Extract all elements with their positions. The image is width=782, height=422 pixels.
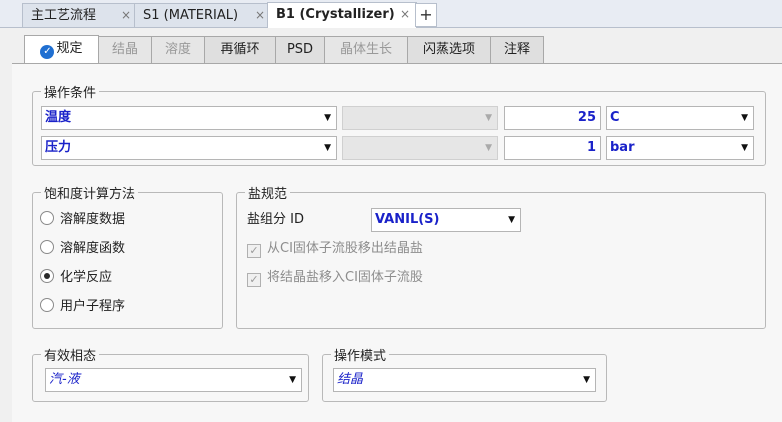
valid-phases-select[interactable]: 汽-液 ▼ — [45, 368, 302, 392]
tab-crystal-growth[interactable]: 晶体生长 — [324, 36, 408, 64]
doc-tab-s1-material[interactable]: S1 (MATERIAL) × — [134, 3, 272, 27]
tab-comments[interactable]: 注释 — [490, 36, 544, 64]
radio-button[interactable] — [40, 211, 54, 225]
operation-mode-select[interactable]: 结晶 ▼ — [333, 368, 596, 392]
pressure-unit-select[interactable]: bar ▼ — [606, 136, 754, 160]
chevron-down-icon: ▼ — [324, 113, 331, 123]
radio-label: 用户子程序 — [60, 299, 126, 314]
tab-psd[interactable]: PSD — [275, 36, 325, 64]
tab-label: 溶度 — [164, 42, 191, 57]
tab-recirculation[interactable]: 再循环 — [204, 36, 276, 64]
add-tab-button[interactable]: + — [415, 3, 437, 27]
document-tab-bar: 主工艺流程 × S1 (MATERIAL) × B1 (Crystallizer… — [0, 0, 782, 28]
chevron-down-icon: ▼ — [485, 113, 492, 123]
select-value: 汽-液 — [49, 372, 80, 387]
doc-tab-main-flowsheet[interactable]: 主工艺流程 × — [22, 3, 138, 27]
saturation-method-group: 饱和度计算方法 溶解度数据 溶解度函数 化学反应 用户子程序 — [32, 183, 223, 329]
salt-component-select[interactable]: VANIL(S) ▼ — [371, 208, 521, 232]
tab-label: 结晶 — [111, 42, 138, 57]
chevron-down-icon: ▼ — [508, 215, 515, 225]
select-value: C — [610, 110, 620, 125]
doc-tab-label: S1 (MATERIAL) — [143, 8, 239, 23]
group-title: 操作条件 — [41, 82, 100, 101]
doc-tab-b1-crystallizer[interactable]: B1 (Crystallizer) × — [267, 2, 417, 28]
radio-button-selected[interactable] — [40, 269, 54, 283]
select-value: 结晶 — [337, 372, 364, 387]
radio-chemistry[interactable]: 化学反应 — [40, 268, 112, 288]
checkbox-checked-disabled: ✓ — [247, 273, 261, 287]
select-value: VANIL(S) — [375, 212, 440, 227]
radio-solubility-function[interactable]: 溶解度函数 — [40, 239, 125, 259]
tab-solubility[interactable]: 溶度 — [151, 36, 205, 64]
operation-mode-group: 操作模式 结晶 ▼ — [322, 345, 607, 402]
radio-label: 溶解度数据 — [60, 212, 126, 227]
select-value: bar — [610, 140, 635, 155]
salt-spec-group: 盐规范 盐组分 ID VANIL(S) ▼ ✓ 从CI固体子流股移出结晶盐 ✓ 将结… — [236, 183, 766, 329]
select-value: 温度 — [45, 110, 72, 125]
radio-solubility-data[interactable]: 溶解度数据 — [40, 210, 125, 230]
operating-conditions-group: 操作条件 温度 ▼ ▼ 25 C ▼ 压力 ▼ ▼ 1 bar ▼ — [32, 82, 766, 166]
doc-tab-label: 主工艺流程 — [31, 8, 97, 23]
temperature-variable-select[interactable]: 温度 ▼ — [41, 106, 337, 130]
chevron-down-icon: ▼ — [289, 375, 296, 385]
group-title: 盐规范 — [245, 183, 291, 202]
tab-specifications[interactable]: ✓ 规定 — [24, 35, 99, 64]
tab-label: 规定 — [56, 41, 83, 56]
pressure-variable-select[interactable]: 压力 ▼ — [41, 136, 337, 160]
salt-component-label: 盐组分 ID — [247, 212, 304, 227]
remove-salt-checkbox-row: ✓ 从CI固体子流股移出结晶盐 — [247, 239, 423, 259]
checkbox-checked-disabled: ✓ — [247, 244, 261, 258]
tab-crystallization[interactable]: 结晶 — [98, 36, 152, 64]
tab-flash-options[interactable]: 闪蒸选项 — [407, 36, 491, 64]
chevron-down-icon: ▼ — [741, 113, 748, 123]
tab-label: PSD — [286, 42, 314, 57]
tab-label: 闪蒸选项 — [422, 42, 475, 57]
close-icon[interactable]: × — [400, 3, 410, 26]
chevron-down-icon: ▼ — [324, 143, 331, 153]
temperature-basis-select: ▼ — [342, 106, 498, 130]
pressure-basis-select: ▼ — [342, 136, 498, 160]
group-title: 有效相态 — [41, 345, 100, 364]
radio-user-subroutine[interactable]: 用户子程序 — [40, 297, 125, 317]
chevron-down-icon: ▼ — [485, 143, 492, 153]
tab-label: 注释 — [503, 42, 530, 57]
temperature-unit-select[interactable]: C ▼ — [606, 106, 754, 130]
radio-label: 化学反应 — [60, 270, 113, 285]
tab-label: 晶体生长 — [339, 42, 392, 57]
close-icon[interactable]: × — [255, 4, 265, 27]
tab-label: 再循环 — [220, 42, 260, 57]
checkbox-label: 从CI固体子流股移出结晶盐 — [267, 241, 423, 256]
pressure-value-input[interactable]: 1 — [504, 136, 601, 160]
form-content: 操作条件 温度 ▼ ▼ 25 C ▼ 压力 ▼ ▼ 1 bar ▼ 饱和度计算方… — [12, 63, 782, 422]
checkbox-label: 将结晶盐移入CI固体子流股 — [267, 270, 423, 285]
check-circle-icon: ✓ — [40, 45, 55, 59]
group-title: 操作模式 — [331, 345, 390, 364]
doc-tab-label: B1 (Crystallizer) — [276, 7, 395, 22]
close-icon[interactable]: × — [121, 4, 131, 27]
radio-button[interactable] — [40, 298, 54, 312]
radio-label: 溶解度函数 — [60, 241, 126, 256]
radio-button[interactable] — [40, 240, 54, 254]
move-salt-checkbox-row: ✓ 将结晶盐移入CI固体子流股 — [247, 268, 423, 288]
chevron-down-icon: ▼ — [583, 375, 590, 385]
chevron-down-icon: ▼ — [741, 143, 748, 153]
temperature-value-input[interactable]: 25 — [504, 106, 601, 130]
select-value: 压力 — [45, 140, 72, 155]
group-title: 饱和度计算方法 — [41, 183, 139, 202]
valid-phases-group: 有效相态 汽-液 ▼ — [32, 345, 309, 402]
